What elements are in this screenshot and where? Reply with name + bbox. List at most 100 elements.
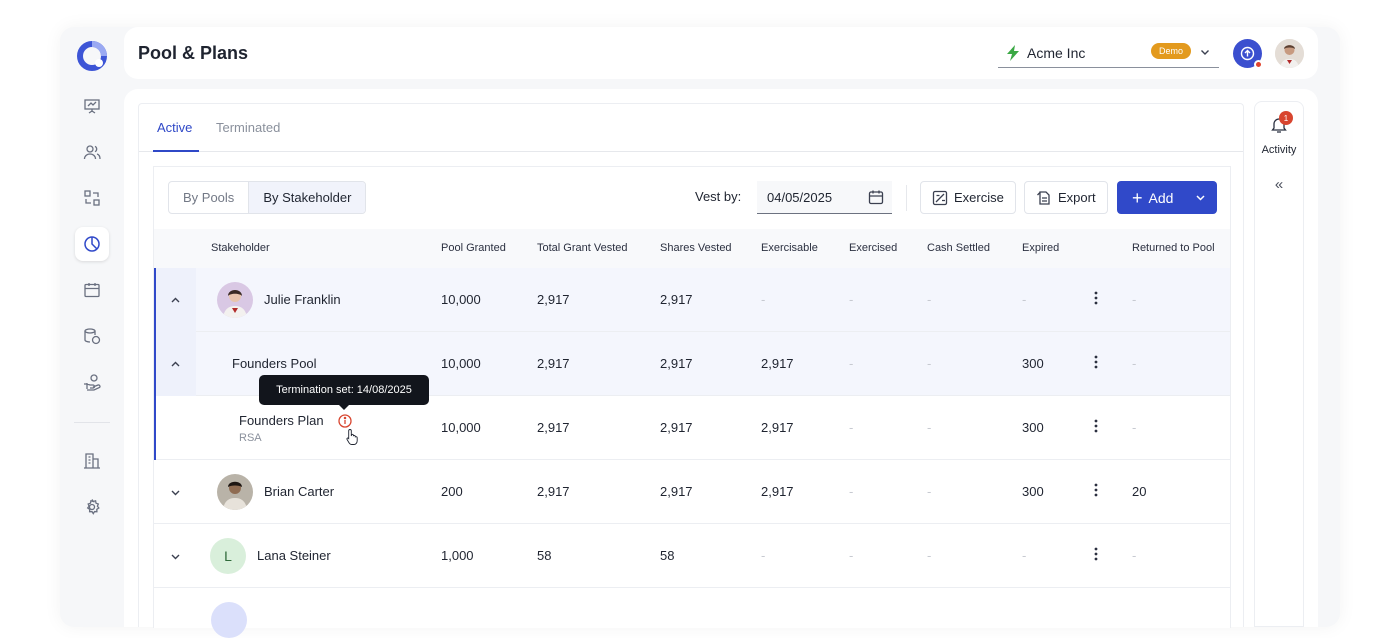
row-menu-button[interactable] bbox=[1088, 291, 1104, 309]
cell-pool-granted: 200 bbox=[441, 484, 463, 499]
cell-cash-settled: - bbox=[927, 292, 932, 307]
chevron-down-icon bbox=[1201, 50, 1209, 55]
table-row[interactable]: Brian Carter 200 2,917 2,917 2,917 - - 3… bbox=[154, 460, 1230, 524]
app-logo-icon[interactable] bbox=[77, 41, 107, 71]
column-exercised[interactable]: Exercised bbox=[849, 242, 897, 254]
cell-expired: - bbox=[1022, 548, 1027, 563]
nav-investors[interactable] bbox=[75, 365, 109, 399]
cell-shares-vested: 2,917 bbox=[660, 356, 693, 371]
cell-pool-granted: 10,000 bbox=[441, 420, 481, 435]
tab-active[interactable]: Active bbox=[157, 120, 192, 135]
column-cash-settled[interactable]: Cash Settled bbox=[927, 242, 990, 254]
calendar-icon bbox=[84, 283, 100, 298]
activity-label[interactable]: Activity bbox=[1255, 144, 1303, 156]
nav-divider bbox=[74, 422, 110, 423]
cell-exercised: - bbox=[849, 548, 854, 563]
row-menu-button[interactable] bbox=[1088, 419, 1104, 437]
transfer-icon bbox=[84, 190, 100, 206]
column-returned-to-pool[interactable]: Returned to Pool bbox=[1132, 242, 1215, 254]
company-selector[interactable]: Acme Inc Demo bbox=[998, 39, 1219, 68]
selected-group-accent bbox=[154, 268, 156, 460]
bolt-icon bbox=[1007, 45, 1019, 61]
cell-returned: - bbox=[1132, 292, 1137, 307]
cell-shares-vested: 2,917 bbox=[660, 484, 693, 499]
row-menu-button[interactable] bbox=[1088, 547, 1104, 565]
export-icon bbox=[1037, 190, 1050, 205]
collapse-row-button[interactable] bbox=[154, 268, 196, 332]
nav-calendar[interactable] bbox=[75, 273, 109, 307]
chevron-down-icon bbox=[1196, 195, 1205, 201]
export-button[interactable]: Export bbox=[1024, 181, 1108, 214]
nav-pool-plans[interactable] bbox=[75, 227, 109, 261]
chevron-up-icon bbox=[171, 361, 179, 366]
avatar: L bbox=[210, 538, 246, 574]
cell-total-grant-vested: 2,917 bbox=[537, 420, 570, 435]
collapse-row-button[interactable] bbox=[154, 332, 196, 396]
export-label: Export bbox=[1058, 190, 1096, 205]
column-expired[interactable]: Expired bbox=[1022, 242, 1059, 254]
activity-panel: 1 Activity « bbox=[1254, 101, 1304, 627]
plan-type: RSA bbox=[239, 432, 262, 444]
stakeholder-name: Lana Steiner bbox=[257, 548, 331, 563]
avatar bbox=[217, 474, 253, 510]
cell-exercisable: 2,917 bbox=[761, 356, 794, 371]
expand-row-button[interactable] bbox=[154, 524, 196, 588]
cell-returned: - bbox=[1132, 356, 1137, 371]
cell-pool-granted: 1,000 bbox=[441, 548, 474, 563]
exercise-label: Exercise bbox=[954, 190, 1004, 205]
main-content: Active Terminated By Pools By Stakeholde… bbox=[124, 89, 1318, 638]
add-label: Add bbox=[1148, 189, 1174, 206]
nav-securities[interactable] bbox=[75, 181, 109, 215]
cell-exercisable: 2,917 bbox=[761, 484, 794, 499]
column-shares-vested[interactable]: Shares Vested bbox=[660, 242, 732, 254]
user-avatar[interactable] bbox=[1275, 39, 1304, 68]
calendar-icon[interactable] bbox=[868, 189, 884, 205]
column-stakeholder[interactable]: Stakeholder bbox=[211, 242, 270, 254]
nav-financing[interactable] bbox=[75, 319, 109, 353]
nav-company[interactable] bbox=[75, 444, 109, 478]
exercise-button[interactable]: Exercise bbox=[920, 181, 1016, 214]
hand-cursor-icon bbox=[346, 429, 358, 445]
kebab-icon bbox=[1094, 547, 1098, 561]
cell-cash-settled: - bbox=[927, 548, 932, 563]
termination-tooltip: Termination set: 14/08/2025 bbox=[259, 375, 429, 410]
cell-total-grant-vested: 2,917 bbox=[537, 292, 570, 307]
avatar bbox=[217, 282, 253, 318]
add-button[interactable]: + Add bbox=[1117, 181, 1217, 214]
column-exercisable[interactable]: Exercisable bbox=[761, 242, 818, 254]
tab-terminated[interactable]: Terminated bbox=[216, 120, 280, 135]
building-icon bbox=[84, 453, 100, 469]
vest-date-field[interactable]: 04/05/2025 bbox=[757, 181, 892, 214]
toggle-by-stakeholder[interactable]: By Stakeholder bbox=[248, 182, 366, 213]
cell-total-grant-vested: 2,917 bbox=[537, 484, 570, 499]
cell-exercisable: 2,917 bbox=[761, 420, 794, 435]
user-photo-icon bbox=[1275, 39, 1304, 68]
plan-name: Founders Plan bbox=[239, 413, 324, 428]
cell-exercised: - bbox=[849, 356, 854, 371]
stakeholder-name: Brian Carter bbox=[264, 484, 335, 499]
cell-returned: 20 bbox=[1132, 484, 1147, 499]
active-tab-underline bbox=[153, 150, 199, 152]
cell-exercised: - bbox=[849, 292, 854, 307]
nav-stakeholders[interactable] bbox=[75, 135, 109, 169]
expand-row-button[interactable] bbox=[154, 460, 196, 524]
coins-icon bbox=[84, 328, 101, 345]
nav-dashboard[interactable] bbox=[75, 89, 109, 123]
cell-returned: - bbox=[1132, 420, 1137, 435]
cell-expired: 300 bbox=[1022, 356, 1044, 371]
upload-button[interactable] bbox=[1233, 39, 1263, 69]
pool-name: Founders Pool bbox=[232, 356, 317, 371]
collapse-panel-button[interactable]: « bbox=[1255, 176, 1303, 193]
table-row[interactable]: Founders Plan RSA 10,000 2,917 2,917 2,9… bbox=[154, 396, 1230, 460]
status-tabs: Active Terminated bbox=[139, 104, 1243, 152]
info-icon[interactable] bbox=[338, 414, 352, 428]
top-bar: Pool & Plans Acme Inc Demo bbox=[124, 27, 1318, 79]
row-menu-button[interactable] bbox=[1088, 355, 1104, 373]
column-total-grant-vested[interactable]: Total Grant Vested bbox=[537, 242, 628, 254]
table-row[interactable]: Julie Franklin 10,000 2,917 2,917 - - - … bbox=[154, 268, 1230, 332]
row-menu-button[interactable] bbox=[1088, 483, 1104, 501]
toggle-by-pools[interactable]: By Pools bbox=[169, 182, 248, 213]
table-row[interactable]: L Lana Steiner 1,000 58 58 - - - - - bbox=[154, 524, 1230, 588]
column-pool-granted[interactable]: Pool Granted bbox=[441, 242, 506, 254]
nav-settings[interactable] bbox=[75, 490, 109, 524]
